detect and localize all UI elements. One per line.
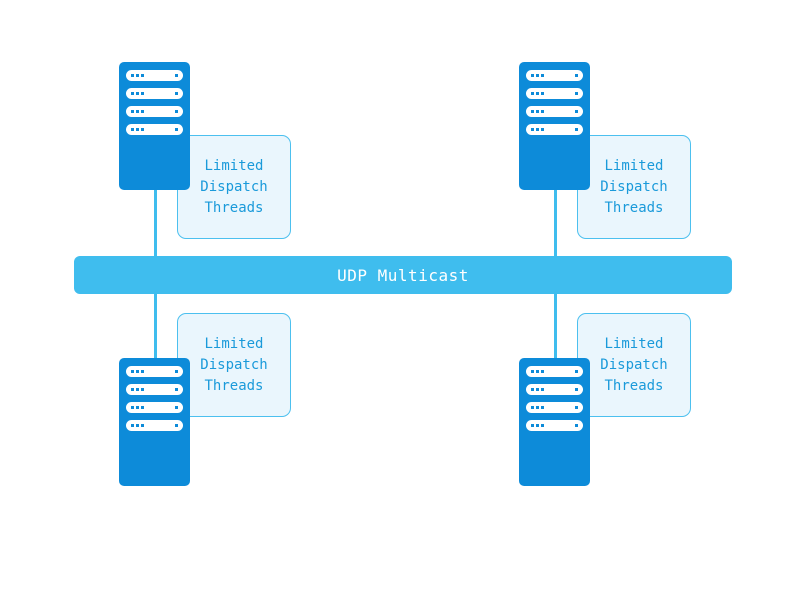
server-top-right — [519, 62, 590, 190]
slot-dots-icon — [131, 388, 144, 391]
server-rack-icon — [519, 358, 590, 486]
server-slot — [126, 88, 183, 99]
slot-dots-icon — [131, 370, 144, 373]
slot-led-icon — [575, 370, 578, 373]
slot-dots-icon — [531, 128, 544, 131]
server-bottom-left — [119, 358, 190, 486]
slot-dots-icon — [131, 128, 144, 131]
slot-led-icon — [175, 74, 178, 77]
callout-bottom-left-label: Limited Dispatch Threads — [200, 335, 268, 394]
server-slot — [526, 402, 583, 413]
slot-dots-icon — [131, 74, 144, 77]
server-slot — [126, 366, 183, 377]
slot-led-icon — [175, 92, 178, 95]
slot-dots-icon — [131, 406, 144, 409]
server-slot — [126, 124, 183, 135]
server-rack-icon — [119, 62, 190, 190]
slot-led-icon — [175, 406, 178, 409]
callout-top-right: Limited Dispatch Threads — [577, 135, 691, 239]
callout-top-right-label: Limited Dispatch Threads — [600, 157, 668, 216]
server-slot — [526, 70, 583, 81]
slot-led-icon — [575, 128, 578, 131]
server-slot — [526, 88, 583, 99]
slot-dots-icon — [531, 370, 544, 373]
server-bottom-right — [519, 358, 590, 486]
udp-multicast-label: UDP Multicast — [337, 265, 469, 285]
connector-top-right — [554, 190, 557, 256]
server-slot — [126, 384, 183, 395]
server-slot — [526, 124, 583, 135]
callout-bottom-left: Limited Dispatch Threads — [177, 313, 291, 417]
slot-led-icon — [575, 424, 578, 427]
slot-dots-icon — [131, 92, 144, 95]
slot-dots-icon — [531, 406, 544, 409]
server-slot — [126, 106, 183, 117]
callout-top-left-label: Limited Dispatch Threads — [200, 157, 268, 216]
server-slot — [526, 106, 583, 117]
callout-top-left: Limited Dispatch Threads — [177, 135, 291, 239]
callout-bottom-right-label: Limited Dispatch Threads — [600, 335, 668, 394]
server-top-left — [119, 62, 190, 190]
connector-bottom-right — [554, 294, 557, 358]
server-slot — [526, 384, 583, 395]
udp-multicast-bus: UDP Multicast — [74, 256, 732, 294]
server-rack-icon — [119, 358, 190, 486]
slot-led-icon — [575, 92, 578, 95]
callout-bottom-right: Limited Dispatch Threads — [577, 313, 691, 417]
slot-led-icon — [575, 388, 578, 391]
slot-led-icon — [175, 388, 178, 391]
slot-led-icon — [575, 74, 578, 77]
slot-led-icon — [175, 424, 178, 427]
slot-dots-icon — [531, 92, 544, 95]
slot-dots-icon — [131, 110, 144, 113]
slot-dots-icon — [131, 424, 144, 427]
connector-top-left — [154, 190, 157, 256]
server-slot — [526, 366, 583, 377]
server-rack-icon — [519, 62, 590, 190]
slot-dots-icon — [531, 424, 544, 427]
slot-dots-icon — [531, 110, 544, 113]
server-slot — [526, 420, 583, 431]
server-slot — [126, 402, 183, 413]
slot-led-icon — [175, 110, 178, 113]
slot-dots-icon — [531, 74, 544, 77]
slot-led-icon — [575, 406, 578, 409]
diagram-canvas: Limited Dispatch Threads Limited Dispatc… — [0, 0, 806, 590]
slot-dots-icon — [531, 388, 544, 391]
connector-bottom-left — [154, 294, 157, 358]
slot-led-icon — [175, 128, 178, 131]
server-slot — [126, 70, 183, 81]
server-slot — [126, 420, 183, 431]
slot-led-icon — [175, 370, 178, 373]
slot-led-icon — [575, 110, 578, 113]
